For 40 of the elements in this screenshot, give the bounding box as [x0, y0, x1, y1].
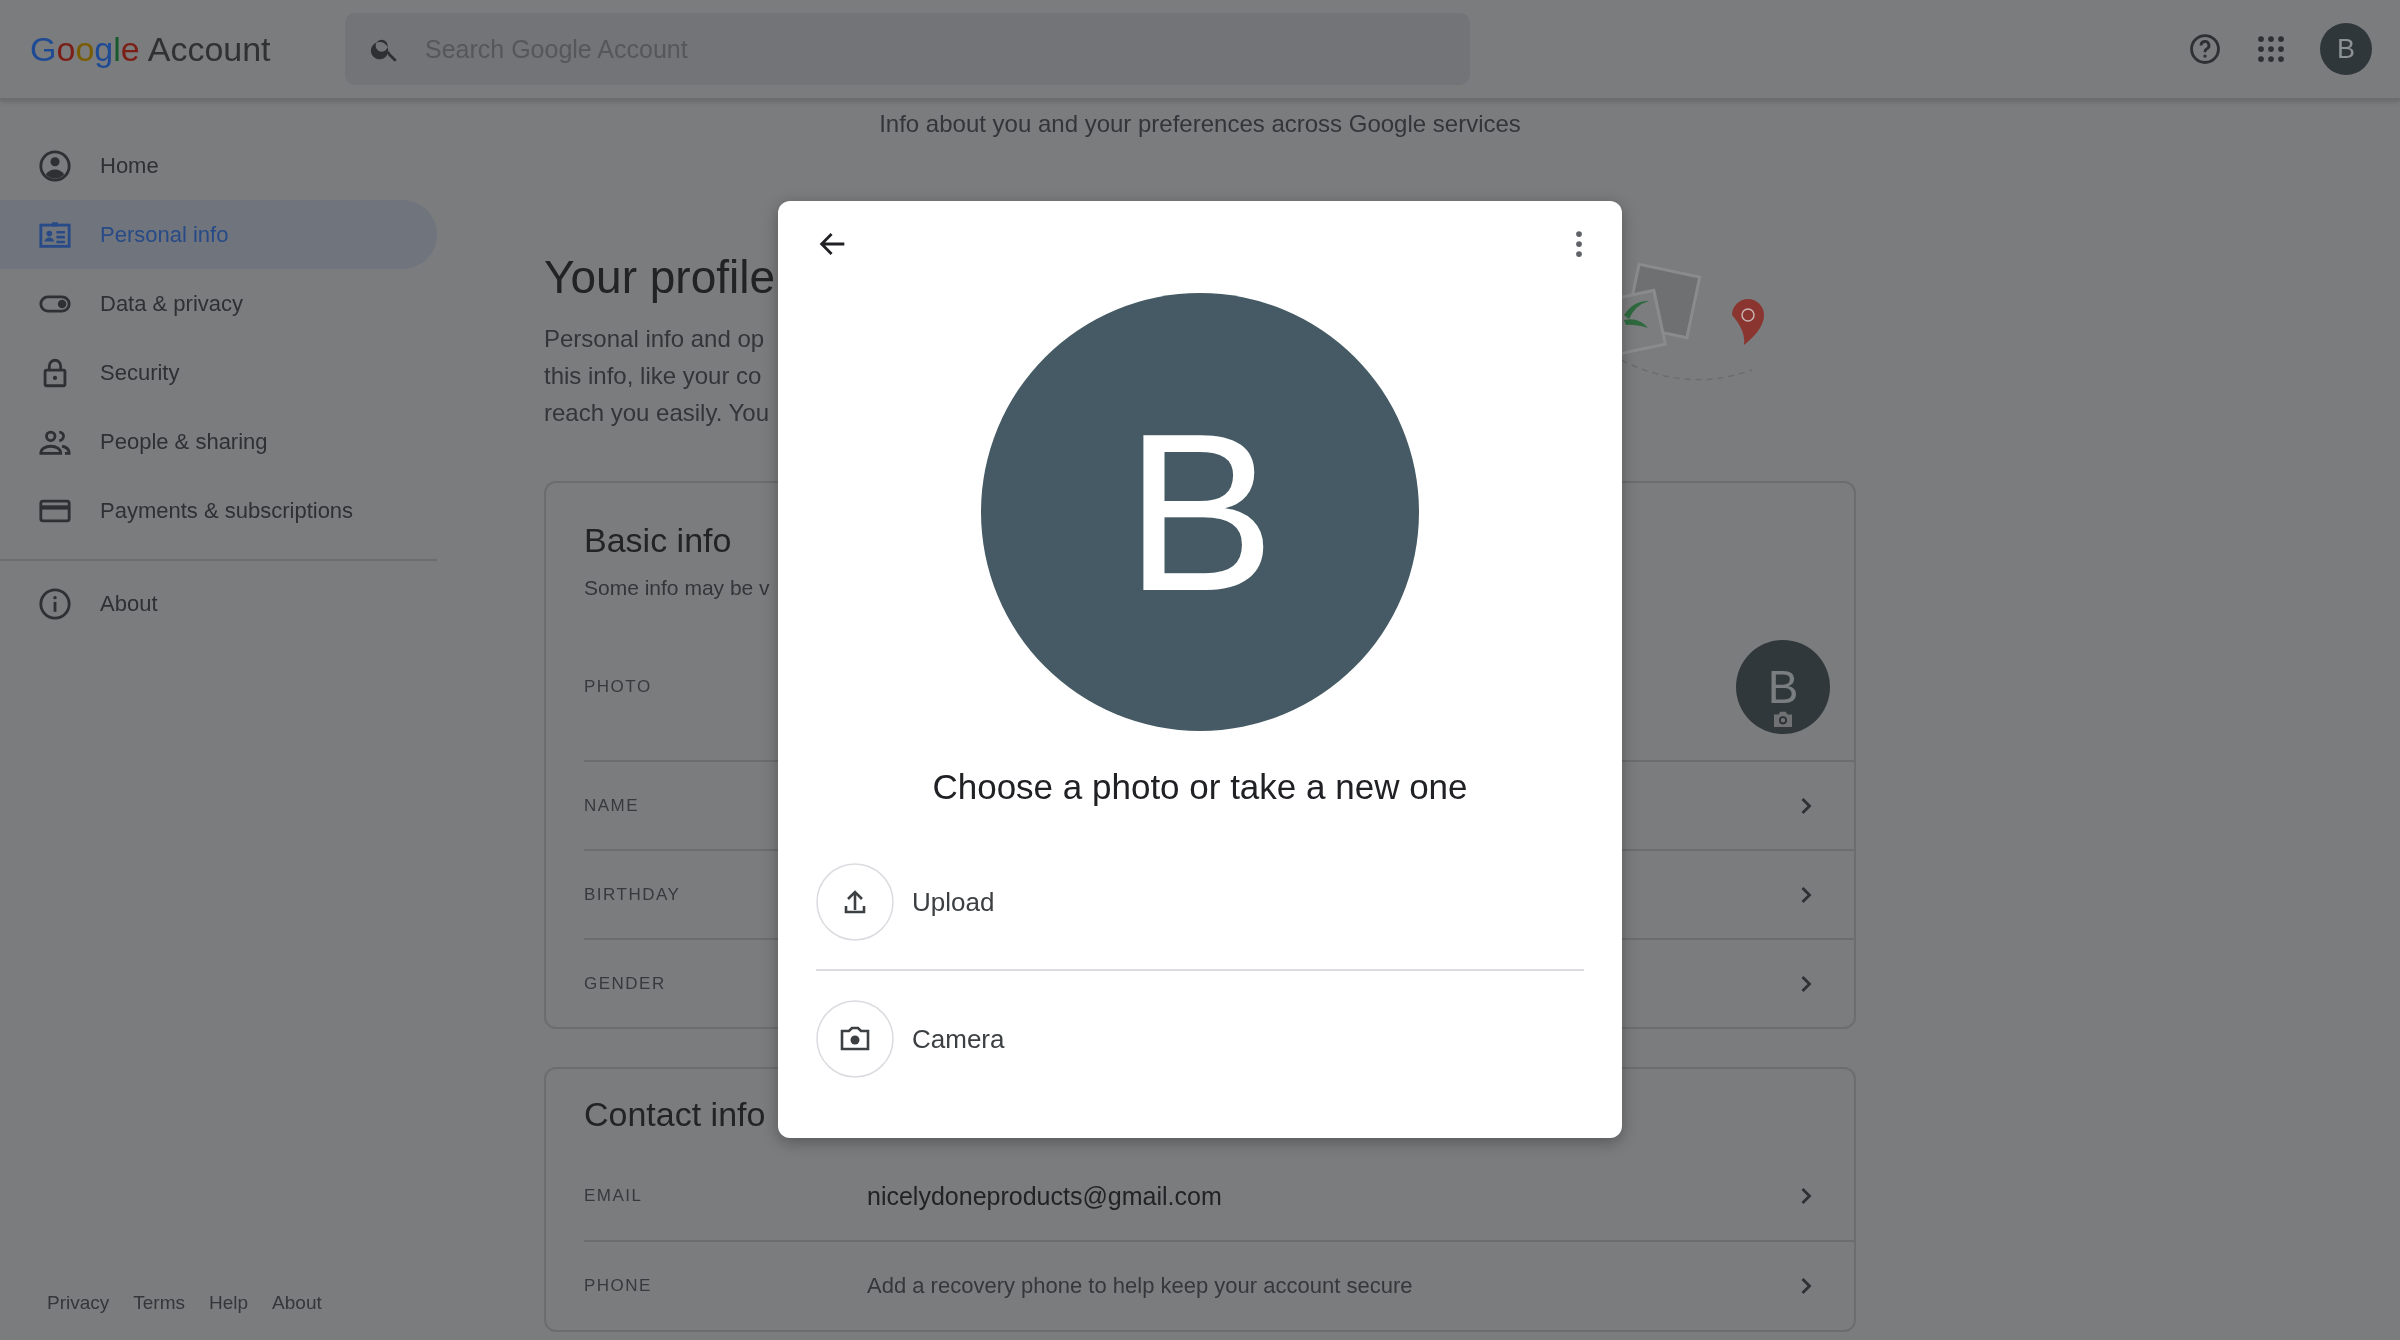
footer-link[interactable]: Terms — [133, 1292, 186, 1314]
camera-icon — [816, 1000, 894, 1078]
dialog-title: Choose a photo or take a new one — [932, 767, 1468, 807]
sidebar-item[interactable]: People & sharing — [0, 407, 437, 476]
footer-link[interactable]: Privacy — [47, 1292, 110, 1314]
account-avatar[interactable]: B — [2320, 23, 2372, 75]
sidebar-item[interactable]: Home — [0, 131, 437, 200]
page-subtitle: Info about you and your preferences across Google services — [878, 110, 1522, 138]
field-label: PHOTO — [584, 677, 653, 697]
field-label: BIRTHDAY — [584, 884, 682, 905]
sidebar-item[interactable]: Payments & subscriptions — [0, 476, 437, 545]
field-label: GENDER — [584, 973, 667, 994]
upload-icon — [816, 863, 894, 941]
more-options-icon[interactable] — [1574, 229, 1584, 259]
sidebar-item[interactable]: Data & privacy — [0, 269, 437, 338]
camera-icon — [1772, 710, 1794, 728]
google-account-logo[interactable]: Google Account — [30, 29, 345, 69]
section-description: Personal info and op this info, like your co reach you easily. You — [544, 324, 771, 428]
footer-link[interactable]: Help — [209, 1292, 249, 1314]
sidebar-item[interactable]: About — [0, 569, 437, 638]
menu-item[interactable]: Camera — [816, 971, 1584, 1107]
menu-item[interactable]: Upload — [816, 835, 1584, 971]
field-value: Add a recovery phone to help keep your account secure — [867, 1273, 1413, 1299]
help-icon[interactable] — [2188, 32, 2222, 66]
field-label: PHONE — [584, 1276, 653, 1296]
field-value: nicelydoneproducts@gmail.com — [867, 1181, 1222, 1211]
account-circle-icon — [38, 148, 72, 183]
sidebar-item[interactable]: Personal info — [0, 200, 437, 269]
field-label: NAME — [584, 795, 641, 816]
footer-link[interactable]: About — [272, 1292, 322, 1314]
profile-photo-avatar[interactable]: B — [1736, 640, 1830, 734]
sidebar-item[interactable]: Security — [0, 338, 437, 407]
section-title: Your profile — [544, 250, 775, 304]
profile-avatar: B — [981, 293, 1419, 731]
card-title: Contact info — [584, 1095, 766, 1134]
card-subtitle: Some info may be v — [584, 576, 771, 600]
card-title: Basic info — [584, 521, 732, 560]
field-label: EMAIL — [584, 1186, 644, 1206]
apps-grid-icon[interactable] — [2256, 34, 2286, 64]
info-icon — [38, 586, 72, 621]
